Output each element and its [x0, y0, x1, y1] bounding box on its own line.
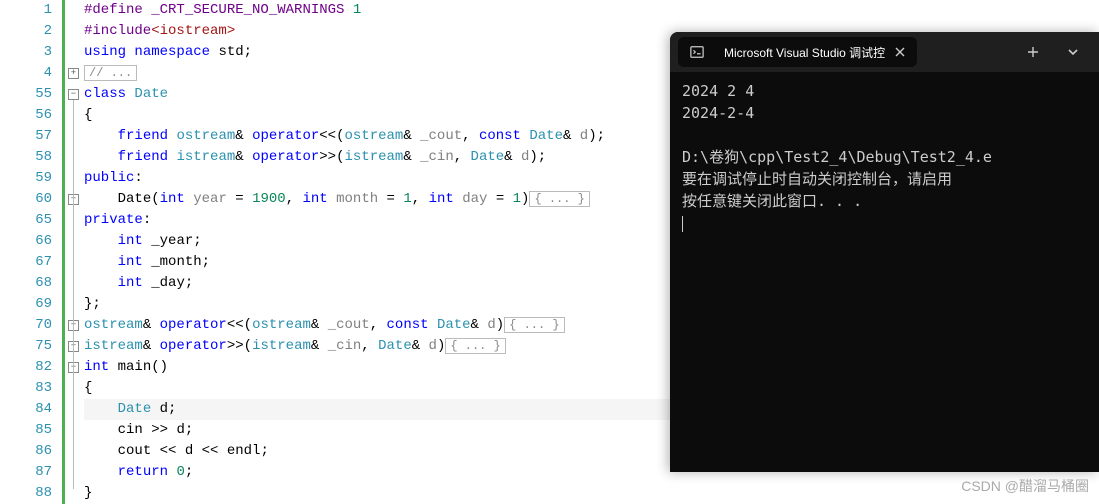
fold-collapse-icon[interactable]: − [68, 89, 79, 100]
line-number: 4 [0, 63, 52, 84]
watermark-text: CSDN @醋溜马桶圈 [961, 476, 1089, 496]
chevron-down-icon[interactable] [1055, 38, 1091, 66]
line-number: 88 [0, 483, 52, 504]
text-cursor [682, 216, 683, 232]
fold-column: +−+++− [60, 0, 80, 504]
close-icon[interactable] [893, 45, 907, 59]
line-number: 67 [0, 252, 52, 273]
line-number: 3 [0, 42, 52, 63]
code-line[interactable]: #define _CRT_SECURE_NO_WARNINGS 1 [84, 0, 1099, 21]
line-number: 60 [0, 189, 52, 210]
titlebar-controls [1015, 38, 1091, 66]
line-number: 55 [0, 84, 52, 105]
line-number: 82 [0, 357, 52, 378]
modification-bar [62, 0, 65, 504]
line-number: 1 [0, 0, 52, 21]
line-number: 58 [0, 147, 52, 168]
line-number: 59 [0, 168, 52, 189]
new-tab-button[interactable] [1015, 38, 1051, 66]
line-number: 2 [0, 21, 52, 42]
console-title: Microsoft Visual Studio 调试控 [724, 44, 885, 61]
line-number: 66 [0, 231, 52, 252]
line-number: 75 [0, 336, 52, 357]
debug-console-window: Microsoft Visual Studio 调试控 2024 2 4 202… [670, 32, 1099, 472]
console-output[interactable]: 2024 2 4 2024-2-4 D:\卷狗\cpp\Test2_4\Debu… [670, 72, 1099, 242]
line-number-gutter: 1234555657585960656667686970758283848586… [0, 0, 60, 504]
console-titlebar[interactable]: Microsoft Visual Studio 调试控 [670, 32, 1099, 72]
line-number: 65 [0, 210, 52, 231]
line-number: 56 [0, 105, 52, 126]
line-number: 69 [0, 294, 52, 315]
line-number: 84 [0, 399, 52, 420]
line-number: 70 [0, 315, 52, 336]
line-number: 68 [0, 273, 52, 294]
code-line[interactable]: } [84, 483, 1099, 504]
console-tab[interactable]: Microsoft Visual Studio 调试控 [678, 37, 917, 67]
line-number: 87 [0, 462, 52, 483]
terminal-icon [688, 43, 706, 61]
line-number: 85 [0, 420, 52, 441]
line-number: 86 [0, 441, 52, 462]
line-number: 57 [0, 126, 52, 147]
fold-expand-icon[interactable]: + [68, 68, 79, 79]
line-number: 83 [0, 378, 52, 399]
